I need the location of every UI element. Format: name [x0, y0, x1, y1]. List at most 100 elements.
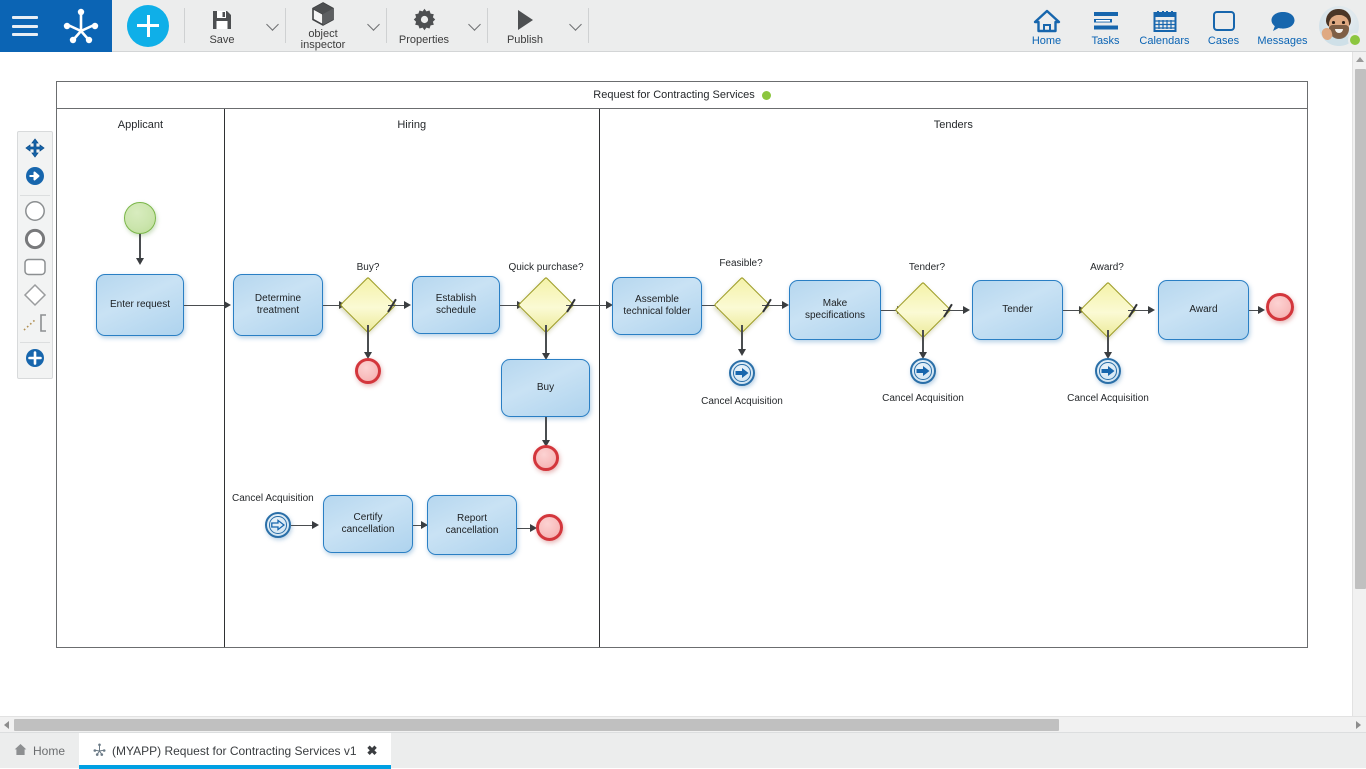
save-label: Save: [209, 35, 234, 46]
nav-calendars[interactable]: Calendars: [1135, 0, 1194, 52]
task-assemble-folder-line1: Assemble: [635, 294, 679, 306]
diagram-canvas[interactable]: Request for Contracting Services Applica…: [0, 52, 1352, 716]
object-inspector-label: object inspector: [301, 29, 346, 51]
horizontal-scrollbar[interactable]: [0, 716, 1366, 732]
sequence-flow-icon: [25, 166, 45, 191]
task-tender[interactable]: Tender: [972, 280, 1063, 340]
vertical-scroll-thumb[interactable]: [1355, 69, 1366, 589]
save-button[interactable]: Save: [185, 0, 259, 52]
end-event-buy-task[interactable]: [533, 445, 559, 471]
object-inspector-dropdown-caret[interactable]: [360, 0, 386, 52]
bizagi-logo-icon[interactable]: [61, 7, 101, 45]
annotation-icon: [22, 312, 48, 339]
gateway-feasible[interactable]: [722, 285, 762, 325]
task-report-cancellation[interactable]: Report cancellation: [427, 495, 517, 555]
gateway-award[interactable]: [1088, 290, 1128, 330]
publish-dropdown-caret[interactable]: [562, 0, 588, 52]
task-determine-treatment-line1: Determine: [255, 293, 301, 305]
link-throw-event-1-label: Cancel Acquisition: [686, 396, 798, 407]
cube-icon: [312, 1, 334, 27]
move-pan-icon: [25, 138, 45, 163]
shapes-layer: Enter request Determine treatment Buy? E…: [0, 52, 1352, 716]
tab-process-diagram-label: (MYAPP) Request for Contracting Services…: [112, 744, 357, 758]
scroll-right-arrow[interactable]: [1356, 721, 1361, 729]
scroll-left-arrow[interactable]: [4, 721, 9, 729]
user-avatar[interactable]: [1312, 0, 1366, 52]
task-award[interactable]: Award: [1158, 280, 1249, 340]
home-icon: [1033, 5, 1061, 33]
arrow-award-to-end: [1258, 306, 1265, 314]
link-throw-event-3[interactable]: [1095, 358, 1121, 384]
link-throw-event-1[interactable]: [729, 360, 755, 386]
arrow-tendergw-to-tender: [963, 306, 970, 314]
task-buy[interactable]: Buy: [501, 359, 590, 417]
start-event-icon: [24, 200, 46, 227]
properties-dropdown-caret[interactable]: [461, 0, 487, 52]
task-icon: [23, 257, 47, 282]
end-event-award[interactable]: [1266, 293, 1294, 321]
task-determine-treatment[interactable]: Determine treatment: [233, 274, 323, 336]
task-tool-button[interactable]: [18, 255, 52, 283]
end-event-cancellation[interactable]: [536, 514, 563, 541]
nav-tasks[interactable]: Tasks: [1076, 0, 1135, 52]
start-event[interactable]: [124, 202, 156, 234]
properties-button[interactable]: Properties: [387, 0, 461, 52]
pan-tool-button[interactable]: [18, 136, 52, 164]
gateway-award-label: Award?: [1068, 262, 1146, 273]
tab-process-diagram[interactable]: (MYAPP) Request for Contracting Services…: [79, 733, 391, 768]
arrow-catch-to-certify: [312, 521, 319, 529]
object-inspector-button[interactable]: object inspector: [286, 0, 360, 52]
cases-icon: [1212, 5, 1236, 33]
task-assemble-folder[interactable]: Assemble technical folder: [612, 277, 702, 335]
horizontal-scroll-thumb[interactable]: [14, 719, 1059, 731]
save-dropdown-caret[interactable]: [259, 0, 285, 52]
messages-icon: [1270, 5, 1296, 33]
arrow-start-to-enter: [136, 258, 144, 265]
gateway-buy[interactable]: [348, 285, 388, 325]
add-new-button[interactable]: [127, 5, 169, 47]
nav-tasks-label: Tasks: [1091, 35, 1119, 47]
bottom-tab-bar: Home (MYAPP) Request for Contracting Ser…: [0, 732, 1366, 768]
tab-home[interactable]: Home: [0, 733, 79, 768]
play-icon: [515, 7, 535, 33]
scroll-up-arrow[interactable]: [1356, 57, 1364, 62]
task-determine-treatment-line2: treatment: [257, 305, 299, 317]
task-award-label: Award: [1189, 304, 1217, 316]
nav-messages[interactable]: Messages: [1253, 0, 1312, 52]
link-throw-event-2[interactable]: [910, 358, 936, 384]
tab-home-label: Home: [33, 744, 65, 758]
publish-button[interactable]: Publish: [488, 0, 562, 52]
vertical-scrollbar[interactable]: [1352, 52, 1366, 716]
arrow-feasible-to-cancel: [738, 349, 746, 356]
task-report-cancellation-line2: cancellation: [446, 525, 499, 537]
task-certify-cancellation[interactable]: Certify cancellation: [323, 495, 413, 553]
close-icon[interactable]: ✖: [367, 743, 378, 759]
arrow-awardgw-to-award: [1148, 306, 1155, 314]
task-assemble-folder-line2: technical folder: [623, 306, 690, 318]
task-buy-label: Buy: [537, 382, 554, 394]
tasks-icon: [1093, 5, 1119, 33]
task-certify-cancellation-label: Certify cancellation: [328, 512, 408, 536]
hamburger-icon[interactable]: [12, 16, 38, 36]
nav-cases[interactable]: Cases: [1194, 0, 1253, 52]
end-event-tool-button[interactable]: [18, 227, 52, 255]
sequence-flow-tool-button[interactable]: [18, 164, 52, 192]
add-more-tool-button[interactable]: [18, 346, 52, 374]
end-event-buy[interactable]: [355, 358, 381, 384]
gateway-tool-button[interactable]: [18, 283, 52, 311]
end-event-icon: [24, 228, 46, 255]
start-event-tool-button[interactable]: [18, 199, 52, 227]
arrow-enter-to-determine: [224, 301, 231, 309]
add-button-container: [112, 0, 184, 51]
task-make-specifications[interactable]: Make specifications: [789, 280, 881, 340]
link-throw-arrow-2: [914, 362, 932, 380]
gateway-quick-purchase[interactable]: [526, 285, 566, 325]
task-make-specifications-line2: specifications: [805, 310, 865, 322]
nav-home[interactable]: Home: [1017, 0, 1076, 52]
gateway-tender[interactable]: [903, 290, 943, 330]
task-establish-schedule[interactable]: Establish schedule: [412, 276, 500, 334]
task-enter-request[interactable]: Enter request: [96, 274, 184, 336]
link-catch-event[interactable]: [265, 512, 291, 538]
annotation-tool-button[interactable]: [18, 311, 52, 339]
process-small-icon: [93, 743, 106, 759]
